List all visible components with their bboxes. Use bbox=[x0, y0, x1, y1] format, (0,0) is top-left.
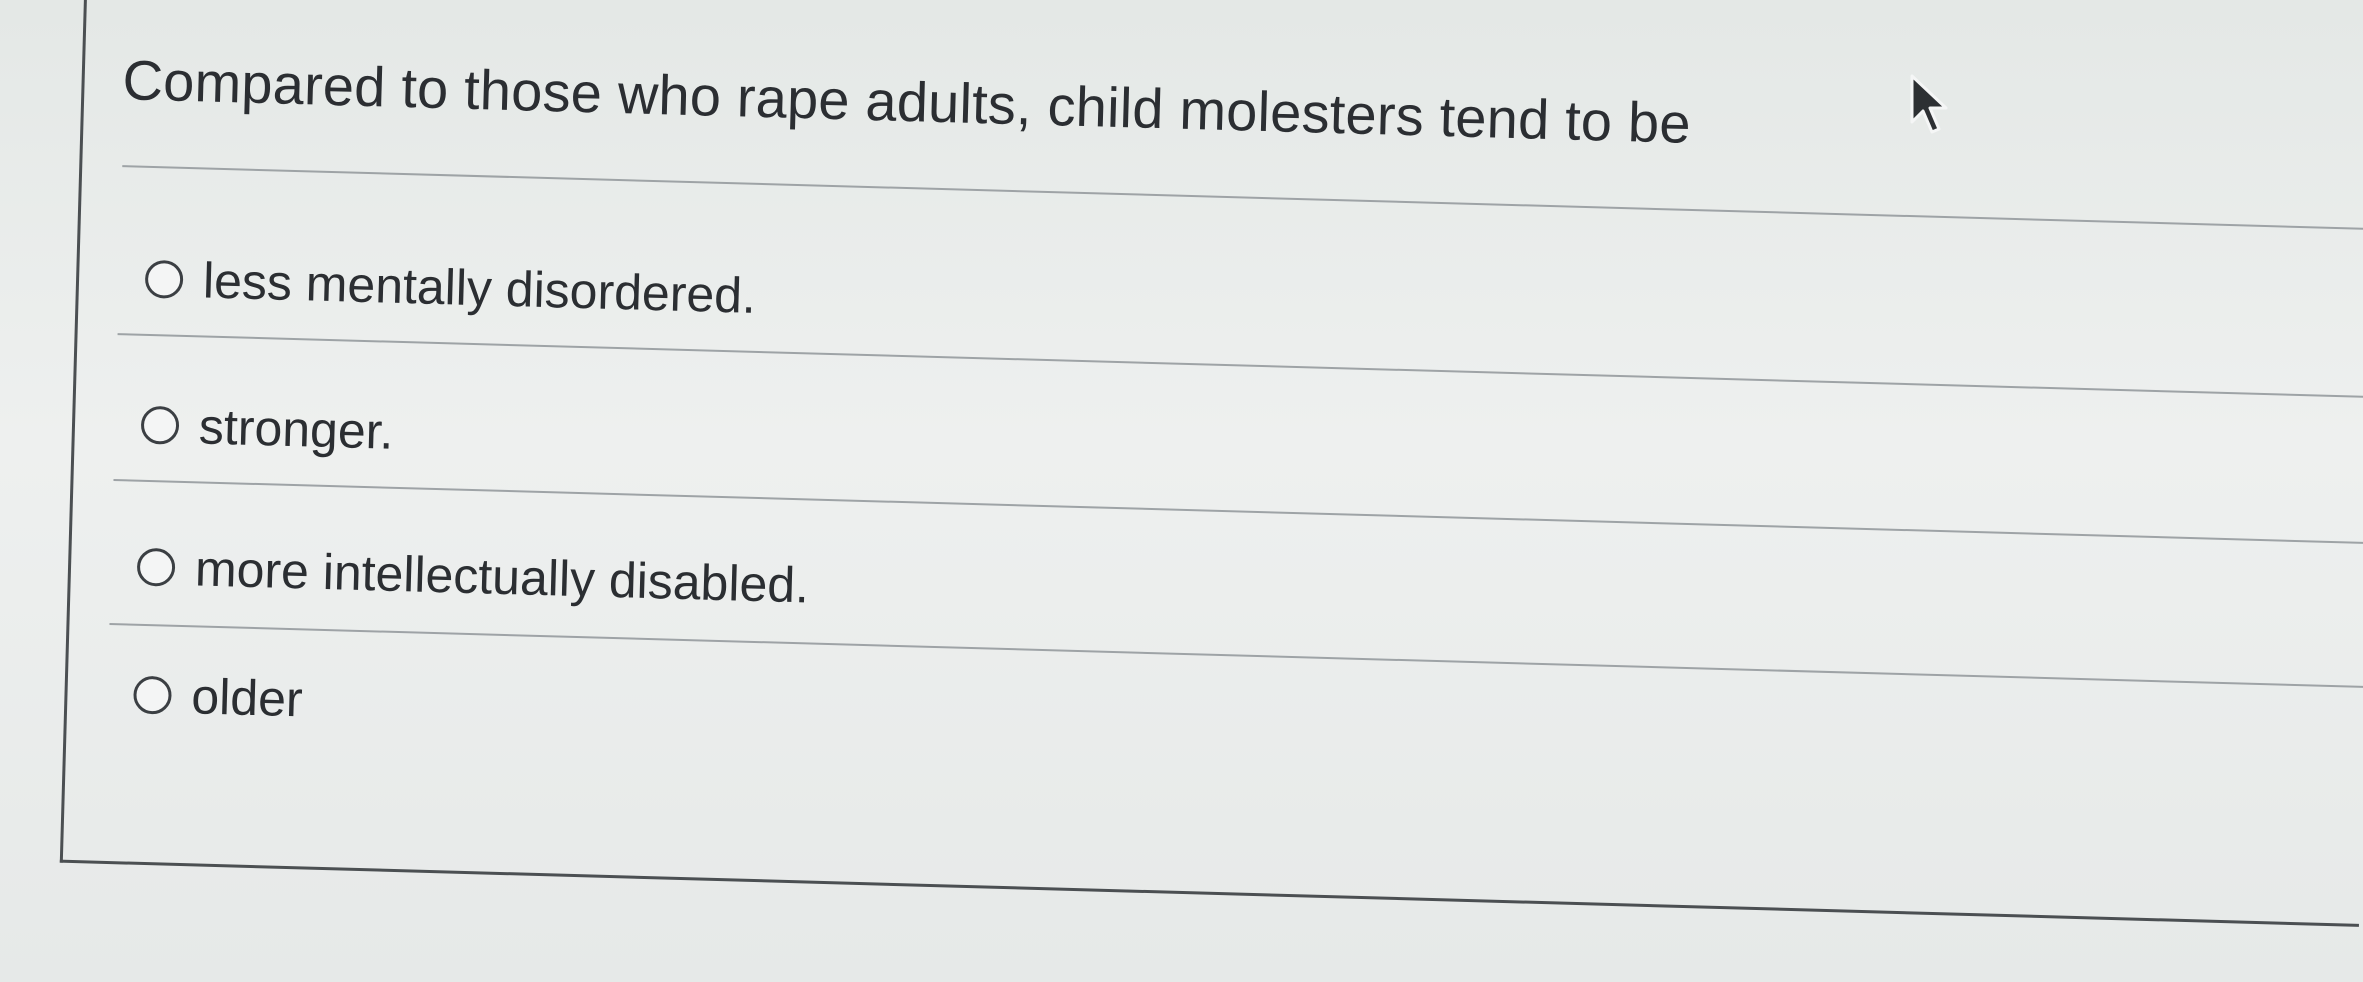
question-text: Compared to those who rape adults, child… bbox=[121, 48, 1692, 155]
divider bbox=[109, 622, 2363, 689]
radio-button[interactable] bbox=[144, 259, 184, 299]
divider bbox=[113, 479, 2363, 545]
option-label: stronger. bbox=[198, 398, 395, 460]
divider bbox=[117, 333, 2363, 399]
radio-button[interactable] bbox=[132, 675, 173, 715]
option-label: more intellectually disabled. bbox=[194, 540, 810, 614]
question-card: Compared to those who rape adults, child… bbox=[59, 0, 2363, 927]
divider bbox=[122, 165, 2363, 231]
mouse-pointer-icon bbox=[1910, 74, 1948, 134]
answer-option-4[interactable]: older bbox=[132, 666, 304, 729]
option-label: less mentally disordered. bbox=[202, 252, 757, 324]
screen: Compared to those who rape adults, child… bbox=[0, 0, 2363, 982]
radio-button[interactable] bbox=[136, 547, 176, 587]
option-label: older bbox=[190, 668, 304, 728]
radio-button[interactable] bbox=[140, 405, 180, 445]
answer-option-3[interactable]: more intellectually disabled. bbox=[136, 538, 810, 615]
answer-option-1[interactable]: less mentally disordered. bbox=[144, 250, 757, 325]
answer-option-2[interactable]: stronger. bbox=[140, 396, 394, 461]
